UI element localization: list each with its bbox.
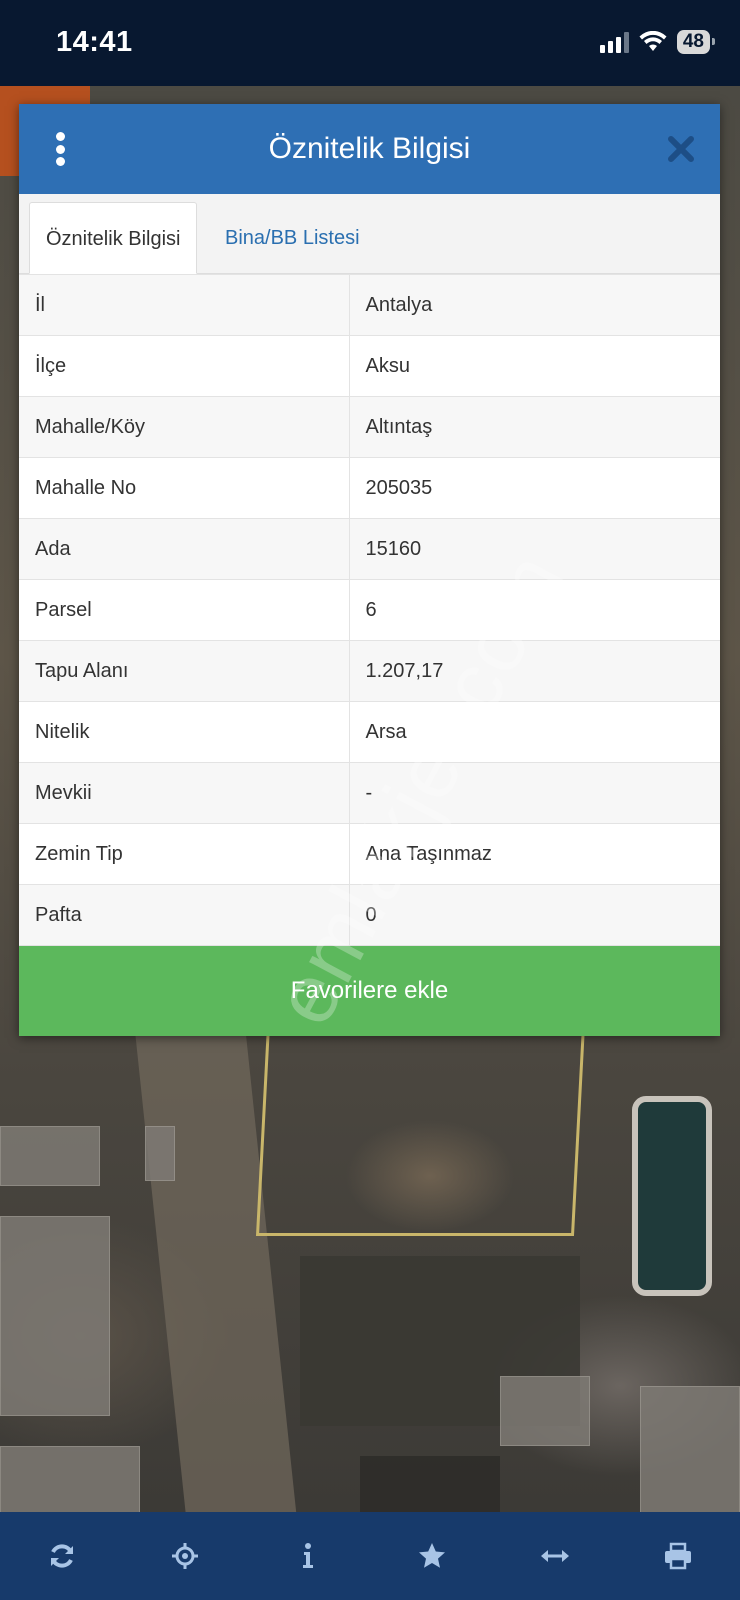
table-row: Mahalle/Köy Altıntaş: [19, 396, 720, 458]
status-time: 14:41: [56, 26, 133, 58]
tab-building-list[interactable]: Bina/BB Listesi: [209, 202, 376, 274]
info-button[interactable]: [278, 1526, 338, 1586]
attribute-label: İl: [19, 274, 350, 336]
attribute-value: -: [348, 762, 720, 824]
attribute-label: Zemin Tip: [19, 823, 350, 885]
map-building: [500, 1376, 590, 1446]
attribute-label: Nitelik: [19, 701, 350, 763]
cellular-signal-icon: [599, 31, 629, 53]
table-row: Pafta 0: [19, 884, 720, 946]
measure-icon: [540, 1550, 569, 1562]
attribute-value: 205035: [348, 457, 720, 519]
table-row: Ada 15160: [19, 518, 720, 580]
attribute-table: İl Antalya İlçe Aksu Mahalle/Köy Altıntaş Maha…: [19, 274, 720, 946]
attribute-value: 0: [348, 884, 720, 946]
status-bar: 14:41 48: [0, 0, 740, 86]
info-icon: [303, 1543, 314, 1568]
map-building: [0, 1216, 110, 1416]
table-row: Tapu Alanı 1.207,17: [19, 640, 720, 702]
map-building: [640, 1386, 740, 1512]
close-icon[interactable]: [666, 134, 696, 164]
attribute-label: Tapu Alanı: [19, 640, 350, 702]
attribute-label: İlçe: [19, 335, 350, 397]
attribute-value: Arsa: [348, 701, 720, 763]
map-pool: [632, 1096, 712, 1296]
attribute-value: 15160: [348, 518, 720, 580]
parcel-outline[interactable]: [255, 1006, 587, 1236]
dialog-tabs: Öznitelik Bilgisi Bina/BB Listesi: [19, 194, 720, 274]
map-building-roof: [360, 1456, 500, 1512]
locate-button[interactable]: [155, 1526, 215, 1586]
add-to-favorites-button[interactable]: Favorilere ekle: [19, 946, 720, 1036]
bottom-toolbar: [0, 1512, 740, 1600]
attribute-value: Antalya: [348, 274, 720, 336]
attribute-label: Ada: [19, 518, 350, 580]
measure-button[interactable]: [525, 1526, 585, 1586]
battery-indicator: 48: [676, 30, 716, 54]
dialog-title: Öznitelik Bilgisi: [268, 132, 471, 165]
status-indicators: 48: [599, 30, 716, 54]
map-building: [0, 1126, 100, 1186]
table-row: Nitelik Arsa: [19, 701, 720, 763]
refresh-button[interactable]: [32, 1526, 92, 1586]
wifi-icon: [639, 31, 667, 51]
table-row: İl Antalya: [19, 274, 720, 336]
attribute-label: Mahalle No: [19, 457, 350, 519]
attribute-dialog: Öznitelik Bilgisi Öznitelik Bilgisi Bina…: [19, 104, 720, 1036]
tab-attribute-info[interactable]: Öznitelik Bilgisi: [29, 202, 198, 274]
attribute-label: Pafta: [19, 884, 350, 946]
attribute-value: Aksu: [348, 335, 720, 397]
attribute-value: 6: [348, 579, 720, 641]
table-row: Parsel 6: [19, 579, 720, 641]
favorites-button[interactable]: [402, 1526, 462, 1586]
table-row: Mahalle No 205035: [19, 457, 720, 519]
attribute-label: Parsel: [19, 579, 350, 641]
attribute-value: 1.207,17: [348, 640, 720, 702]
locate-icon: [171, 1543, 198, 1569]
refresh-icon: [50, 1544, 73, 1568]
table-row: Zemin Tip Ana Taşınmaz: [19, 823, 720, 885]
print-button[interactable]: [648, 1526, 708, 1586]
table-row: Mevkii -: [19, 762, 720, 824]
print-icon: [665, 1542, 692, 1570]
table-row: İlçe Aksu: [19, 335, 720, 397]
attribute-label: Mahalle/Köy: [19, 396, 350, 458]
dialog-header: Öznitelik Bilgisi: [19, 104, 720, 194]
attribute-value: Altıntaş: [348, 396, 720, 458]
map-building: [0, 1446, 140, 1512]
map-building: [145, 1126, 175, 1181]
attribute-value: Ana Taşınmaz: [348, 823, 720, 885]
attribute-label: Mevkii: [19, 762, 350, 824]
star-icon: [418, 1543, 445, 1568]
